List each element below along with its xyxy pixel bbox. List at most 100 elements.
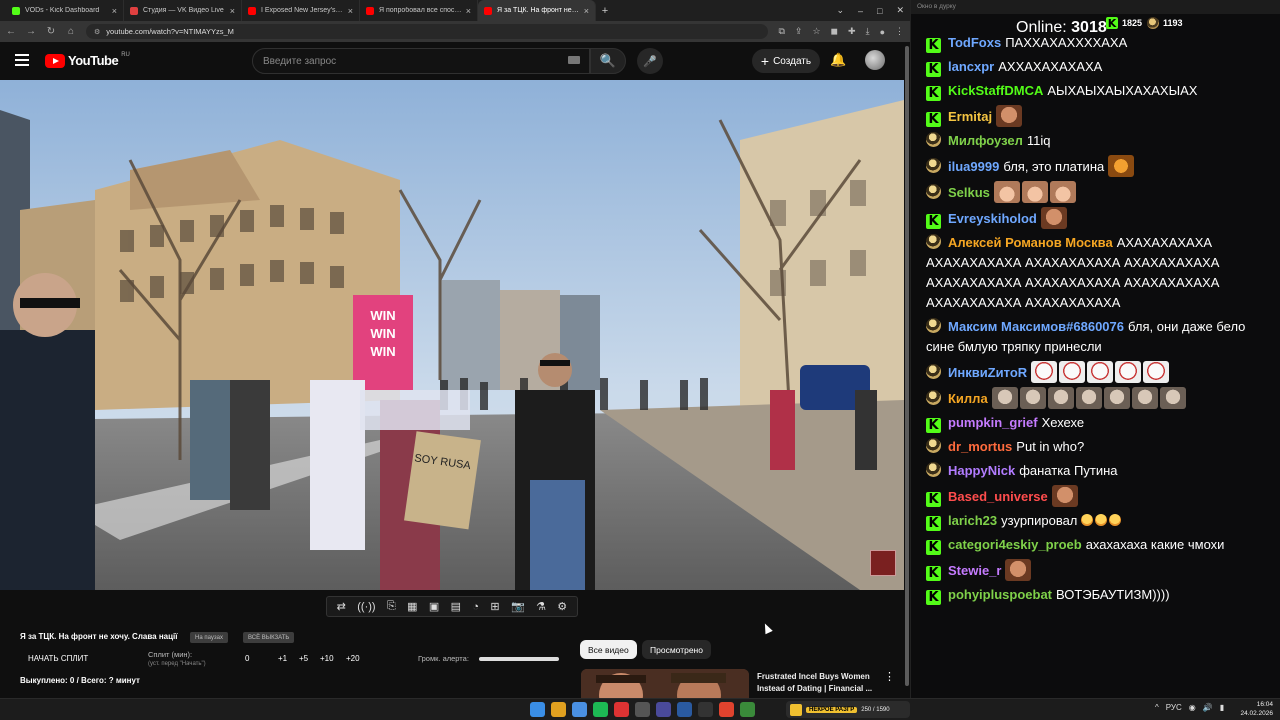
clock[interactable]: 16:04 24.02.2026 xyxy=(1239,700,1273,718)
chat-username[interactable]: Evreyskiholod xyxy=(948,211,1037,226)
taskbar-app-icon[interactable] xyxy=(614,702,629,717)
taskbar-app-icon[interactable] xyxy=(677,702,692,717)
chat-username[interactable]: Алексей Романов Москва xyxy=(948,235,1113,250)
chat-username[interactable]: pohyipluspoebat xyxy=(948,587,1052,602)
browser-tab[interactable]: I Exposed New Jersey's Jewish × xyxy=(242,0,360,21)
chat-username[interactable]: TodFoxs xyxy=(948,35,1001,50)
chip-all-videos[interactable]: Все видео xyxy=(580,640,637,659)
taskbar-app-icon[interactable] xyxy=(551,702,566,717)
widget-pill[interactable]: НЕКРОЕ РАЗГР 250 / 1590 xyxy=(786,701,910,718)
taskbar-app-icon[interactable] xyxy=(698,702,713,717)
network-icon[interactable]: ◉ xyxy=(1189,703,1196,712)
chat-username[interactable]: larich23 xyxy=(948,513,997,528)
pause-pill[interactable]: На паузах xyxy=(190,632,228,643)
chip-watched[interactable]: Просмотрено xyxy=(642,640,711,659)
browser-tab[interactable]: Я за ТЦК. На фронт не хоч × xyxy=(478,0,596,21)
alert-volume-slider[interactable] xyxy=(479,657,559,661)
tab-search-icon[interactable]: ⌄ xyxy=(836,5,844,16)
start-split-button[interactable]: НАЧАТЬ СПЛИТ xyxy=(28,654,88,663)
chat-username[interactable]: Милфоузел xyxy=(948,133,1023,148)
chat-username[interactable]: Ermitaj xyxy=(948,109,992,124)
recommended-thumbnail[interactable] xyxy=(581,669,749,698)
start-menu-icon[interactable] xyxy=(530,702,545,717)
show-all-pill[interactable]: ВСЁ ВЫКЗАТЬ xyxy=(243,632,295,643)
browser-tab[interactable]: Студия — VK Видео Live × xyxy=(124,0,242,21)
voice-search-button[interactable]: 🎤 xyxy=(637,48,663,74)
share-icon[interactable]: ⇪ xyxy=(795,26,803,37)
chat-username[interactable]: categori4eskiy_proeb xyxy=(948,537,1082,552)
search-button[interactable]: 🔍 xyxy=(590,48,626,74)
home-icon[interactable]: ⌂ xyxy=(66,26,76,37)
taskbar-app-icon[interactable] xyxy=(740,702,755,717)
chat-username[interactable]: pumpkin_grief xyxy=(948,415,1038,430)
chat-username[interactable]: KickStaffDMCA xyxy=(948,83,1043,98)
menu-icon[interactable] xyxy=(15,54,29,66)
taskbar-app-icon[interactable] xyxy=(656,702,671,717)
split-plus-20-button[interactable]: +20 xyxy=(346,654,360,663)
tab-close-icon[interactable]: × xyxy=(230,6,235,16)
film-icon[interactable]: ▦ xyxy=(407,600,417,613)
downloads-icon[interactable]: ⤓ xyxy=(866,26,870,37)
chat-username[interactable]: Stewie_r xyxy=(948,563,1001,578)
back-icon[interactable]: ← xyxy=(6,26,16,37)
minimize-icon[interactable]: – xyxy=(858,6,863,16)
tab-close-icon[interactable]: × xyxy=(466,6,471,16)
new-tab-button[interactable]: + xyxy=(596,0,614,21)
youtube-logo[interactable]: YouTube RU xyxy=(45,52,130,68)
add-icon[interactable]: ⊞ xyxy=(490,600,499,613)
split-plus-1-button[interactable]: +1 xyxy=(278,654,287,663)
close-window-icon[interactable]: ✕ xyxy=(896,5,904,16)
tab-close-icon[interactable]: × xyxy=(112,6,117,16)
search-input[interactable]: Введите запрос xyxy=(252,48,590,74)
taskbar-app-icon[interactable] xyxy=(719,702,734,717)
profile-icon[interactable]: ● xyxy=(880,27,885,37)
settings-icon[interactable]: ⚙ xyxy=(557,600,567,613)
reload-icon[interactable]: ↻ xyxy=(46,26,56,37)
chat-username[interactable]: lancxpr xyxy=(948,59,994,74)
chat-username[interactable]: Максим Максимов#6860076 xyxy=(948,319,1124,334)
tab-close-icon[interactable]: × xyxy=(348,6,353,16)
language-indicator[interactable]: РУС xyxy=(1166,703,1182,712)
chat-username[interactable]: Selkus xyxy=(948,185,990,200)
chat-username[interactable]: dr_mortus xyxy=(948,439,1012,454)
keyboard-icon[interactable] xyxy=(568,56,580,64)
loop-icon[interactable]: ⇄ xyxy=(337,600,346,613)
create-button[interactable]: + Создать xyxy=(752,49,820,73)
tray-overflow-icon[interactable]: ^ xyxy=(1155,703,1159,712)
install-icon[interactable]: ⧉ xyxy=(778,26,784,37)
broadcast-icon[interactable]: ((·)) xyxy=(357,601,375,613)
battery-icon[interactable]: ▮ xyxy=(1220,703,1224,712)
video-player[interactable]: WIN WIN WIN SOY RUSA xyxy=(0,80,904,590)
volume-icon[interactable]: 🔊 xyxy=(1203,703,1213,712)
extension-icon[interactable]: ◼ xyxy=(831,26,838,37)
chat-username[interactable]: Based_universe xyxy=(948,489,1048,504)
more-vert-icon[interactable]: ⋮ xyxy=(884,670,895,683)
flask-icon[interactable]: ⚗ xyxy=(536,600,546,613)
recommended-title[interactable]: Frustrated Incel Buys Women Instead of D… xyxy=(757,671,881,695)
extensions-puzzle-icon[interactable]: ✚ xyxy=(848,26,856,37)
taskbar-app-icon[interactable] xyxy=(635,702,650,717)
chat-username[interactable]: Килла xyxy=(948,391,988,406)
taskbar-app-icon[interactable] xyxy=(593,702,608,717)
taskbar-app-icon[interactable] xyxy=(572,702,587,717)
maximize-icon[interactable]: □ xyxy=(877,6,882,16)
url-field[interactable]: ⚙ youtube.com/watch?v=NTIMAYYzs_M xyxy=(86,24,769,39)
browser-menu-icon[interactable]: ⋮ xyxy=(895,26,904,37)
forward-icon[interactable]: → xyxy=(26,26,36,37)
chat-username[interactable]: ilua9999 xyxy=(948,159,999,174)
chat-username[interactable]: ИнквиZитоR xyxy=(948,365,1027,380)
speed-icon[interactable]: ◔ xyxy=(472,601,479,613)
picture-in-picture-icon[interactable]: ▣ xyxy=(429,600,439,613)
tab-close-icon[interactable]: × xyxy=(584,6,589,16)
bookmark-star-icon[interactable]: ☆ xyxy=(812,26,820,37)
browser-tab[interactable]: VODs - Kick Dashboard × xyxy=(6,0,124,21)
split-plus-10-button[interactable]: +10 xyxy=(320,654,334,663)
camera-icon[interactable]: 📷 xyxy=(511,600,525,613)
screenshot-icon[interactable]: ⎘ xyxy=(387,600,396,613)
captions-icon[interactable]: ▤ xyxy=(451,600,461,613)
chat-username[interactable]: HappyNick xyxy=(948,463,1015,478)
site-info-icon[interactable]: ⚙ xyxy=(94,28,100,36)
avatar[interactable] xyxy=(865,50,885,70)
notifications-bell-icon[interactable]: 🔔 xyxy=(830,52,846,68)
browser-tab[interactable]: Я попробовал все способы б × xyxy=(360,0,478,21)
